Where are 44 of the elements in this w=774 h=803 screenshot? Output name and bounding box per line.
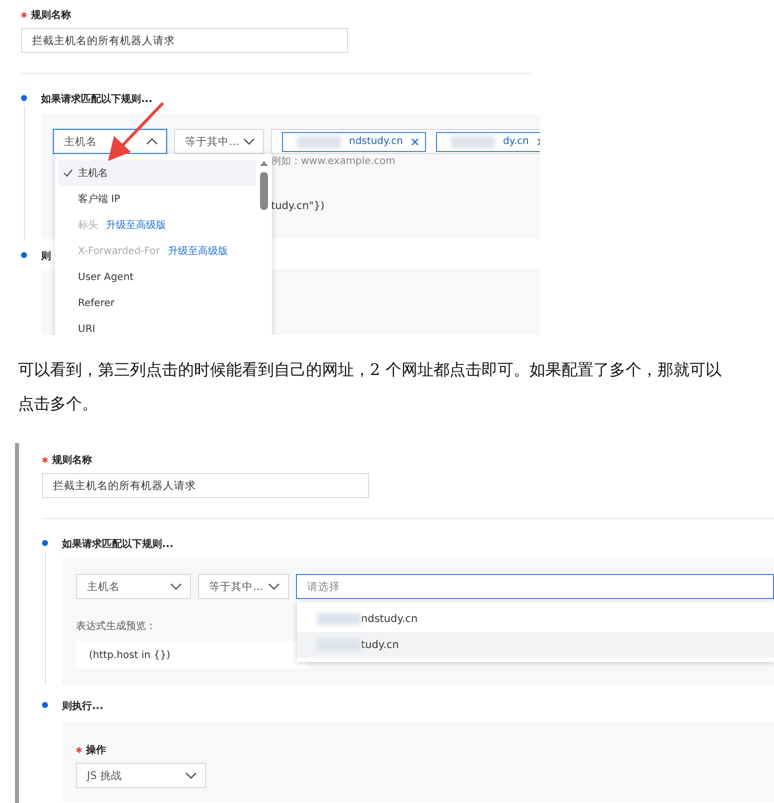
value-select[interactable]: 请选择: [296, 574, 774, 599]
hint-text: 例如：www.example.com: [271, 155, 396, 168]
redaction-blur: [297, 136, 341, 148]
menu-item[interactable]: 客户端 IP: [58, 186, 256, 212]
menu-item[interactable]: User Agent: [58, 264, 256, 290]
field-label: 规则名称: [52, 454, 92, 467]
chevron-down-icon: [170, 583, 182, 590]
menu-item[interactable]: 主机名: [58, 160, 256, 186]
menu-item[interactable]: URI: [58, 316, 256, 335]
close-icon[interactable]: [411, 138, 420, 146]
field-select[interactable]: 主机名: [76, 574, 191, 599]
chevron-down-icon: [243, 138, 255, 145]
preview-label: 表达式生成预览：: [76, 620, 156, 633]
action-select[interactable]: JS 挑战: [76, 763, 206, 788]
step-label: 则: [41, 250, 51, 263]
step-label: 如果请求匹配以下规则...: [62, 538, 174, 551]
menu-item[interactable]: Referer: [58, 290, 256, 316]
operator-select[interactable]: 等于其中...: [174, 129, 264, 154]
rule-name-field[interactable]: 拦截主机名的所有机器人请求: [42, 473, 369, 498]
chevron-down-icon: [185, 772, 197, 779]
hostname-tag[interactable]: dy.cn: [436, 132, 540, 152]
step-label: 则执行...: [62, 700, 104, 713]
step-label: 如果请求匹配以下规则...: [41, 92, 152, 106]
hostname-tag[interactable]: ndstudy.cn: [282, 132, 426, 152]
rule-name-field[interactable]: 拦截主机名的所有机器人请求: [21, 28, 348, 53]
menu-item[interactable]: ndstudy.cn: [297, 606, 774, 632]
step-dot: [42, 540, 48, 546]
paragraph: 可以看到，第三列点击的时候能看到自己的网址，2 个网址都点击即可。如果配置了多个，那就可以点击多个。: [18, 359, 722, 415]
field-label: 操作: [86, 744, 106, 757]
step-dot: [42, 702, 48, 708]
field-label: 规则名称: [31, 8, 71, 22]
check-icon: [63, 169, 73, 177]
operator-select[interactable]: 等于其中...: [198, 574, 289, 599]
menu-item[interactable]: tudy.cn: [297, 632, 774, 658]
redaction-blur: [451, 136, 496, 148]
field-select[interactable]: 主机名: [53, 129, 167, 154]
chevron-down-icon: [268, 583, 280, 590]
expression-preview: (http.host in {}): [76, 641, 309, 669]
step-dot: [21, 252, 27, 258]
hostname-field[interactable]: ndstudy.cn dy.cn: [271, 129, 540, 154]
step-dot: [21, 95, 27, 101]
expression-preview: tudy.cn"}): [271, 200, 326, 212]
redaction-blur: [317, 613, 361, 625]
chevron-up-icon: [146, 138, 158, 145]
